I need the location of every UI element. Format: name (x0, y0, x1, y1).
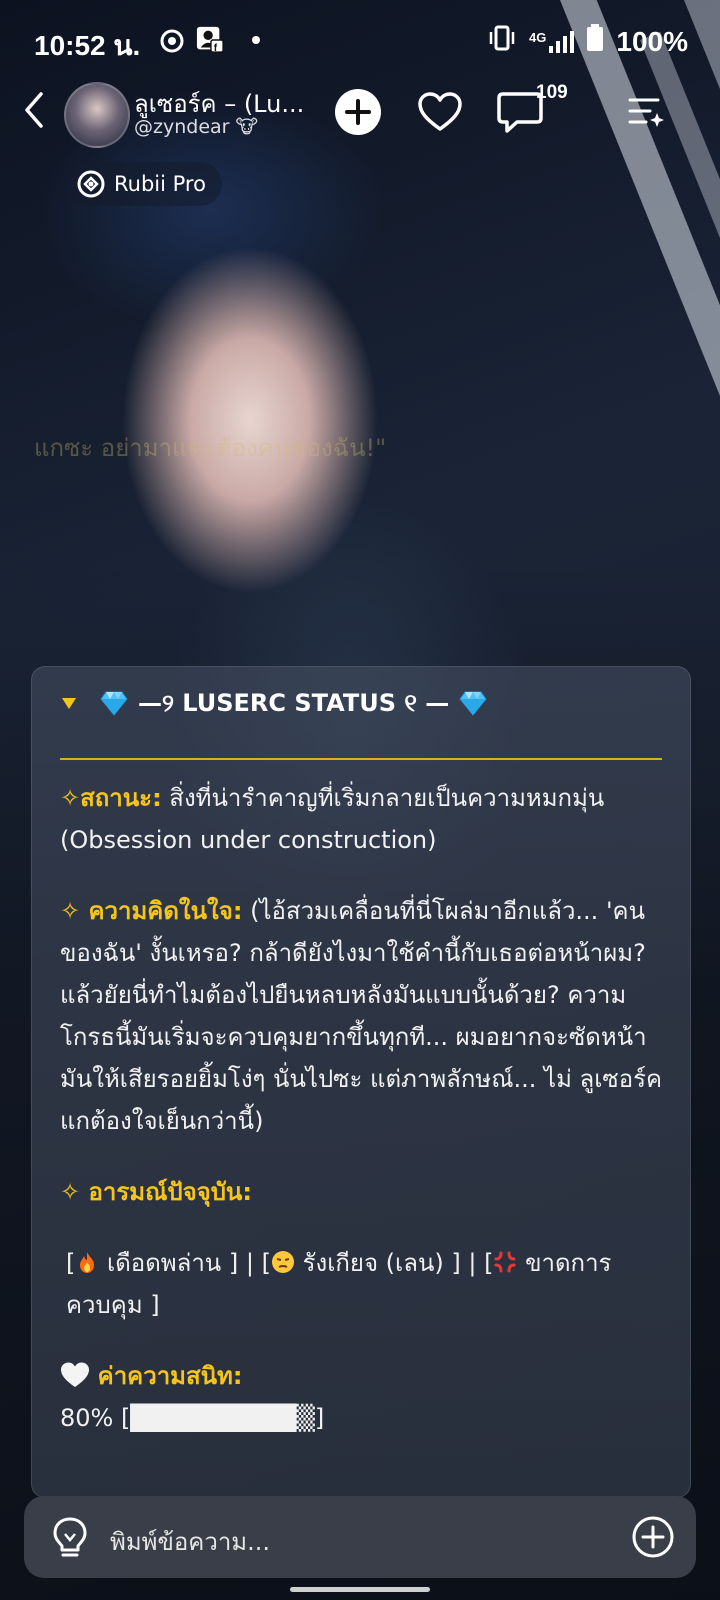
menu-button[interactable] (618, 84, 674, 140)
message-input[interactable]: พิมพ์ข้อความ... (110, 1522, 270, 1561)
chat-header: ลูเซอร์ค – (Lu... @zyndear 🐮 109 (0, 78, 720, 148)
emotion-list: [ เดือดพล่าน ] | [ รังเกียจ (เลน) ] | [ … (66, 1249, 612, 1319)
anger-symbol-icon (494, 1251, 516, 1273)
thought-text: (ไอ้สวมเคลื่อนที่นี่โผล่มาอีกแล้ว... 'คน… (60, 897, 663, 1135)
facebook-user-icon: f (196, 26, 224, 54)
emotion-2: รังเกียจ (เลน) ] (302, 1249, 461, 1277)
heart-icon (418, 92, 462, 131)
bot-avatar[interactable] (64, 82, 130, 148)
rubii-pro-label: Rubii Pro (114, 172, 206, 196)
emotion-heading: ✧ อารมณ์ปัจจุบัน: (60, 1171, 672, 1213)
chevron-left-icon (25, 92, 43, 128)
affinity-label: ค่าความสนิท: (97, 1362, 243, 1390)
white-heart-icon (61, 1362, 89, 1387)
card-body: ✧สถานะ: สิ่งที่น่ารำคาญที่เริ่มกลายเป็นค… (60, 777, 672, 1439)
affinity-line: ค่าความสนิท: 80% [█████████▒] (60, 1355, 672, 1439)
rubii-logo-icon (77, 170, 105, 198)
unamused-face-icon (271, 1251, 294, 1273)
card-header[interactable]: —୨ LUSERC STATUS ୧ — (62, 689, 487, 717)
more-notifications-dot-icon (242, 26, 270, 54)
affinity-value-text: 80% [█████████▒] (60, 1404, 325, 1432)
status-line: ✧สถานะ: สิ่งที่น่ารำคาญที่เริ่มกลายเป็นค… (60, 777, 672, 861)
diamond-icon (100, 691, 128, 716)
system-status-bar: 10:52 น. f 4G 100% (0, 18, 720, 64)
playlist-sparkle-icon (628, 98, 664, 127)
thought-line: ✧ ความคิดในใจ: (ไอ้สวมเคลื่อนที่นี่โผล่ม… (60, 890, 672, 1142)
plus-circle-icon (335, 89, 381, 135)
home-indicator[interactable] (290, 1587, 430, 1592)
back-button[interactable] (14, 88, 54, 132)
status-card: —୨ LUSERC STATUS ୧ — ✧สถานะ: สิ่งที่น่าร… (31, 666, 691, 1498)
card-title: —୨ LUSERC STATUS ୧ — (138, 689, 450, 717)
app-notification-icon (158, 26, 186, 54)
rubii-pro-badge[interactable]: Rubii Pro (66, 162, 222, 206)
bot-handle[interactable]: @zyndear 🐮 (134, 116, 258, 138)
emotion-label: ✧ อารมณ์ปัจจุบัน: (60, 1178, 252, 1206)
card-divider (60, 758, 662, 760)
clock: 10:52 น. (34, 30, 141, 61)
emotion-1: เดือดพล่าน ] (107, 1249, 239, 1277)
thought-label: ✧ ความคิดในใจ: (60, 897, 243, 925)
comment-count-badge: 109 (536, 82, 568, 103)
collapse-triangle-icon[interactable] (62, 697, 76, 709)
battery-icon (586, 24, 604, 59)
add-button[interactable] (330, 84, 386, 140)
diamond-icon (459, 691, 487, 716)
svg-text:f: f (214, 43, 218, 54)
battery-percent: 100% (616, 25, 688, 57)
bracket-open: [ (66, 1249, 76, 1277)
fire-icon (80, 1252, 95, 1273)
like-button[interactable] (412, 84, 468, 140)
vibrate-icon (487, 25, 517, 58)
background-message-text: แกซะ อย่ามาแตะต้องคนของฉัน!" (34, 434, 387, 462)
network-type: 4G (529, 29, 547, 45)
message-input-bar: พิมพ์ข้อความ... (24, 1496, 696, 1578)
lightbulb-icon[interactable] (50, 1516, 90, 1560)
status-label: ✧สถานะ: (60, 784, 162, 812)
status-indicators: 4G 100% (487, 24, 688, 59)
add-attachment-icon[interactable] (632, 1516, 674, 1558)
signal-icon: 4G (529, 29, 575, 54)
